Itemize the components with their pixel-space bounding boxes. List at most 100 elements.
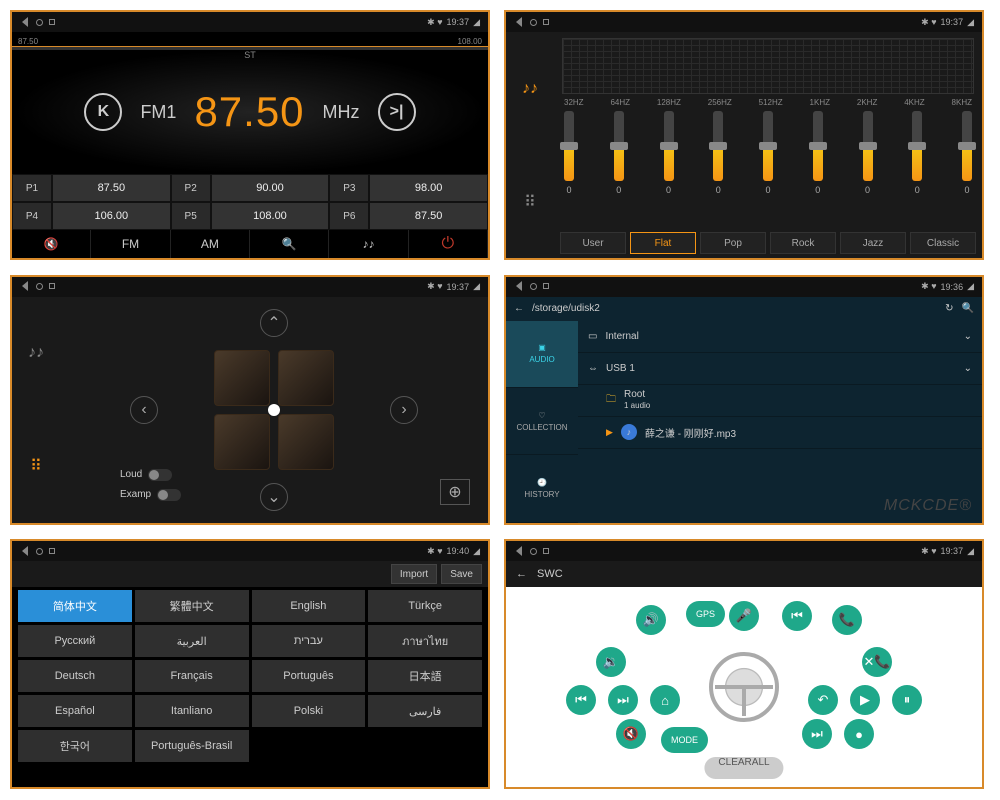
lang-cell[interactable]: فارسی xyxy=(368,695,482,727)
fader-right[interactable]: › xyxy=(390,396,418,424)
swc-call[interactable]: 📞 xyxy=(832,605,862,635)
swc-misc[interactable]: ● xyxy=(844,719,874,749)
next-button[interactable]: >| xyxy=(378,93,416,131)
preset-p1[interactable]: P1 xyxy=(12,174,52,202)
eq-tab-classic[interactable]: Classic xyxy=(910,232,976,254)
fader-down[interactable]: ⌄ xyxy=(260,483,288,511)
eq-tab-rock[interactable]: Rock xyxy=(770,232,836,254)
eq-grid-icon[interactable]: ⠿ xyxy=(506,145,554,258)
eq-sliders-icon[interactable]: ♪♪ xyxy=(506,32,554,145)
search-button[interactable]: 🔍 xyxy=(250,230,329,258)
eq-band-labels: 32HZ64HZ128HZ 256HZ512HZ1KHZ 2KHZ4KHZ8KH… xyxy=(554,98,982,107)
side-audio[interactable]: ▣AUDIO xyxy=(506,321,578,388)
swc-hangup[interactable]: ✕📞 xyxy=(862,647,892,677)
search-icon[interactable]: 🔍 xyxy=(962,303,974,314)
lang-cell[interactable]: Deutsch xyxy=(18,660,132,692)
fader-left[interactable]: ‹ xyxy=(130,396,158,424)
swc-next[interactable]: ⏭ xyxy=(608,685,638,715)
eq-tab-user[interactable]: User xyxy=(560,232,626,254)
eq-slider[interactable]: 0 xyxy=(564,111,574,230)
save-button[interactable]: Save xyxy=(441,564,482,584)
swc-prev[interactable]: ⏮ xyxy=(566,685,596,715)
swc-title: SWC xyxy=(537,568,563,580)
eq-tab-jazz[interactable]: Jazz xyxy=(840,232,906,254)
loud-toggle[interactable] xyxy=(148,469,172,481)
fader-dot[interactable] xyxy=(268,404,280,416)
refresh-icon[interactable]: ↻ xyxy=(945,303,953,314)
back-icon[interactable]: ← xyxy=(514,303,524,314)
lang-cell[interactable]: ภาษาไทย xyxy=(368,625,482,657)
lang-cell[interactable]: 简体中文 xyxy=(18,590,132,622)
swc-clearall[interactable]: CLEARALL xyxy=(704,757,783,779)
eq-slider[interactable]: 0 xyxy=(664,111,674,230)
fm-button[interactable]: FM xyxy=(91,230,170,258)
lang-cell[interactable]: Português xyxy=(252,660,366,692)
mute-button[interactable]: 🔇 xyxy=(12,230,91,258)
eq-tab-flat[interactable]: Flat xyxy=(630,232,696,254)
row-track[interactable]: ▶♪薛之谦 - 刚刚好.mp3 xyxy=(578,417,982,449)
row-internal[interactable]: ▭Internal⌄ xyxy=(578,321,982,353)
eq-slider[interactable]: 0 xyxy=(614,111,624,230)
eq-tab-pop[interactable]: Pop xyxy=(700,232,766,254)
eq-slider[interactable]: 0 xyxy=(912,111,922,230)
swc-pause[interactable]: ⏸ xyxy=(892,685,922,715)
lang-cell[interactable]: Português-Brasil xyxy=(135,730,249,762)
seat-diagram[interactable] xyxy=(214,350,334,470)
lang-cell[interactable]: Polski xyxy=(252,695,366,727)
lang-cell[interactable]: 한국어 xyxy=(18,730,132,762)
lang-cell[interactable]: Русский xyxy=(18,625,132,657)
lang-cell[interactable]: 繁體中文 xyxy=(135,590,249,622)
swc-vol-up[interactable]: 🔊 xyxy=(636,605,666,635)
side-history[interactable]: 🕘HISTORY xyxy=(506,455,578,522)
row-usb[interactable]: ⇔USB 1⌄ xyxy=(578,353,982,385)
preset-p6[interactable]: P6 xyxy=(329,202,369,230)
row-root[interactable]: 🗀Root1 audio xyxy=(578,385,982,417)
eq-slider[interactable]: 0 xyxy=(763,111,773,230)
lang-cell[interactable]: English xyxy=(252,590,366,622)
back-icon[interactable]: ← xyxy=(516,568,527,580)
swc-gps[interactable]: GPS xyxy=(686,601,725,627)
preset-p5[interactable]: P5 xyxy=(171,202,211,230)
eq-button[interactable]: ♪♪ xyxy=(329,230,408,258)
swc-mute[interactable]: 🔇 xyxy=(616,719,646,749)
side-collection[interactable]: ♡COLLECTION xyxy=(506,388,578,455)
fader-up[interactable]: ⌃ xyxy=(260,309,288,337)
eq-slider[interactable]: 0 xyxy=(962,111,972,230)
swc-rewind[interactable]: ⏮ xyxy=(782,601,812,631)
lang-cell[interactable]: Itanliano xyxy=(135,695,249,727)
swc-mic[interactable]: 🎤 xyxy=(729,601,759,631)
target-button[interactable]: ⊕ xyxy=(440,479,470,505)
preset-p2[interactable]: P2 xyxy=(171,174,211,202)
lang-cell[interactable]: Español xyxy=(18,695,132,727)
import-button[interactable]: Import xyxy=(391,564,437,584)
file-browser-panel: ✱ ♥19:36◢ ← /storage/udisk2 ↻ 🔍 ▣AUDIO ♡… xyxy=(504,275,984,525)
preset-p4[interactable]: P4 xyxy=(12,202,52,230)
lang-cell[interactable]: العربية xyxy=(135,625,249,657)
am-button[interactable]: AM xyxy=(171,230,250,258)
swc-back[interactable]: ↶ xyxy=(808,685,838,715)
lang-cell[interactable]: Türkçe xyxy=(368,590,482,622)
eq-slider[interactable]: 0 xyxy=(813,111,823,230)
lang-cell[interactable]: 日本語 xyxy=(368,660,482,692)
eq-slider[interactable]: 0 xyxy=(863,111,873,230)
swc-vol-down[interactable]: 🔉 xyxy=(596,647,626,677)
loud-label: Loud xyxy=(120,469,142,480)
prev-button[interactable]: K xyxy=(84,93,122,131)
preset-p3[interactable]: P3 xyxy=(329,174,369,202)
swc-play[interactable]: ▶ xyxy=(850,685,880,715)
statusbar: ✱ ♥19:37◢ xyxy=(506,12,982,32)
lang-cell[interactable]: Français xyxy=(135,660,249,692)
fader-eq-icon[interactable]: ♪♪ xyxy=(12,297,60,410)
steering-wheel-icon xyxy=(709,652,779,722)
fader-grid-icon[interactable]: ⠿ xyxy=(12,410,60,523)
eq-slider[interactable]: 0 xyxy=(713,111,723,230)
lang-cell[interactable]: עברית xyxy=(252,625,366,657)
power-button[interactable]: ⏻ xyxy=(409,230,488,258)
statusbar: ✱ ♥19:40◢ xyxy=(12,541,488,561)
examp-toggle[interactable] xyxy=(157,489,181,501)
statusbar: ✱ ♥19:37◢ xyxy=(12,12,488,32)
swc-mode[interactable]: MODE xyxy=(661,727,708,753)
band-label: FM1 xyxy=(140,102,176,123)
swc-ff[interactable]: ⏭ xyxy=(802,719,832,749)
swc-home[interactable]: ⌂ xyxy=(650,685,680,715)
